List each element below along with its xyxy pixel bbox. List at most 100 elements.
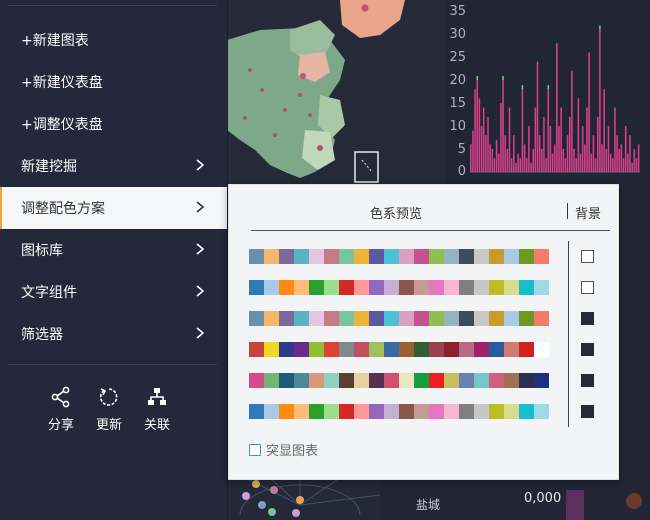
background-light-option[interactable] — [581, 281, 594, 294]
bar[interactable] — [506, 149, 509, 172]
bar[interactable] — [478, 98, 481, 172]
checkbox-box[interactable] — [249, 443, 261, 456]
palette-row[interactable] — [249, 373, 549, 388]
bar[interactable] — [553, 144, 556, 172]
bar[interactable] — [487, 116, 489, 172]
bar[interactable] — [607, 126, 610, 172]
bar[interactable] — [629, 135, 631, 172]
bar[interactable] — [575, 158, 577, 172]
bar[interactable] — [543, 116, 545, 172]
bar[interactable] — [530, 162, 532, 172]
bar[interactable] — [601, 144, 603, 172]
bar[interactable] — [616, 135, 618, 172]
bar[interactable] — [521, 89, 524, 172]
bar[interactable] — [612, 158, 614, 172]
bar[interactable] — [588, 52, 590, 172]
bar[interactable] — [474, 89, 476, 172]
bar[interactable] — [532, 149, 534, 172]
bar[interactable] — [571, 70, 573, 172]
palette-row[interactable] — [249, 311, 549, 326]
bar[interactable] — [480, 126, 483, 172]
bar[interactable] — [562, 149, 565, 172]
palette-row[interactable] — [249, 249, 549, 264]
bar-segment[interactable] — [599, 25, 601, 30]
bar[interactable] — [508, 107, 511, 172]
bar[interactable] — [556, 43, 558, 173]
bar[interactable] — [545, 158, 547, 172]
bar[interactable] — [558, 126, 560, 172]
bar[interactable] — [609, 153, 612, 172]
bar[interactable] — [470, 144, 472, 172]
bar[interactable] — [605, 149, 608, 172]
highlight-chart-checkbox[interactable]: 突显图表 — [249, 440, 318, 459]
bar[interactable] — [603, 89, 605, 172]
menu-item-new-chart[interactable]: +新建图表 — [0, 19, 227, 61]
bar[interactable] — [560, 107, 562, 172]
palette-row[interactable] — [249, 404, 549, 419]
bar-segment[interactable] — [502, 76, 504, 80]
bar[interactable] — [515, 162, 517, 172]
bar[interactable] — [497, 153, 500, 172]
share-button[interactable]: 分享 — [38, 386, 84, 433]
bar[interactable] — [581, 126, 584, 172]
menu-item-color-scheme[interactable]: 调整配色方案 — [0, 187, 227, 229]
bar[interactable] — [551, 153, 554, 172]
bar[interactable] — [504, 135, 506, 172]
bar[interactable] — [590, 153, 593, 172]
bar[interactable] — [519, 158, 522, 172]
bar-segment[interactable] — [521, 85, 524, 90]
bar[interactable] — [485, 135, 487, 172]
background-dark-option[interactable] — [581, 374, 594, 387]
bar[interactable] — [594, 158, 597, 172]
bar[interactable] — [596, 116, 599, 172]
bar[interactable] — [547, 89, 550, 172]
bar[interactable] — [620, 144, 623, 172]
background-dark-option[interactable] — [581, 405, 594, 418]
bar[interactable] — [635, 158, 638, 172]
link-button[interactable]: 关联 — [134, 386, 180, 433]
bar[interactable] — [586, 107, 588, 172]
bar[interactable] — [500, 103, 502, 172]
palette-row[interactable] — [249, 280, 549, 295]
bar[interactable] — [573, 149, 575, 172]
bar[interactable] — [618, 149, 621, 172]
bar[interactable] — [541, 149, 543, 172]
menu-item-filter[interactable]: 筛选器 — [0, 313, 227, 355]
bar[interactable] — [599, 29, 601, 173]
bar[interactable] — [549, 126, 552, 172]
bar[interactable] — [517, 153, 519, 172]
bar[interactable] — [495, 139, 498, 172]
bar[interactable] — [614, 107, 616, 172]
bar[interactable] — [523, 144, 526, 172]
bar[interactable] — [579, 153, 582, 172]
bar[interactable] — [577, 98, 580, 172]
bar[interactable] — [482, 107, 485, 172]
refresh-button[interactable]: 更新 — [86, 386, 132, 433]
bar[interactable] — [624, 126, 627, 172]
bar[interactable] — [489, 144, 491, 172]
bar[interactable] — [538, 135, 541, 172]
bar[interactable] — [476, 80, 479, 172]
bar[interactable] — [472, 130, 474, 172]
bar[interactable] — [536, 61, 539, 172]
bar[interactable] — [528, 126, 530, 172]
bar[interactable] — [534, 107, 537, 172]
bar[interactable] — [631, 162, 633, 172]
bar-chart[interactable] — [445, 0, 650, 185]
bar[interactable] — [502, 80, 504, 172]
bar[interactable] — [622, 158, 625, 172]
bar[interactable] — [637, 144, 640, 172]
palette-row[interactable] — [249, 342, 549, 357]
bar-segment[interactable] — [476, 76, 479, 80]
bar[interactable] — [510, 158, 513, 172]
bar[interactable] — [592, 135, 595, 172]
bar[interactable] — [568, 116, 571, 172]
menu-item-new-mining[interactable]: 新建挖掘 — [0, 145, 227, 187]
menu-item-text-widget[interactable]: 文字组件 — [0, 271, 227, 313]
background-dark-option[interactable] — [581, 343, 594, 356]
bar[interactable] — [633, 149, 636, 172]
bar[interactable] — [566, 135, 569, 172]
bar-segment[interactable] — [547, 85, 550, 90]
menu-item-icon-library[interactable]: 图标库 — [0, 229, 227, 271]
menu-item-adjust-dashboard[interactable]: +调整仪表盘 — [0, 103, 227, 145]
